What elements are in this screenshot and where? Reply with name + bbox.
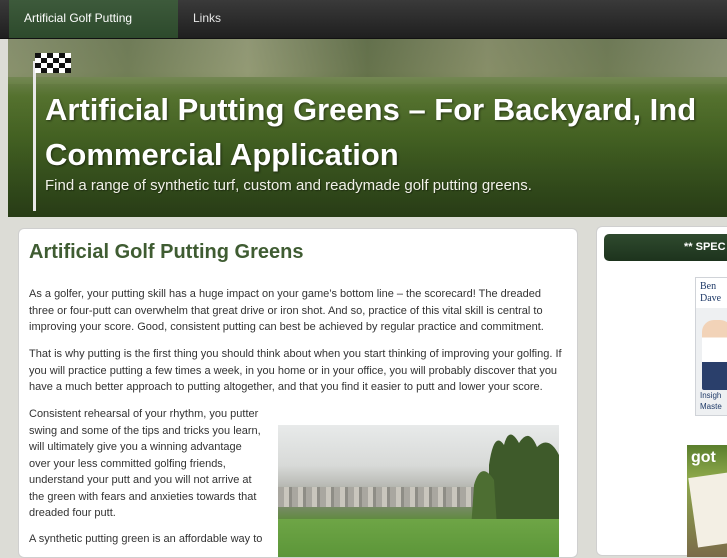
paragraph-4: A synthetic putting green is an affordab…	[29, 531, 265, 548]
paragraph-2: That is why putting is the first thing y…	[29, 346, 565, 396]
paragraph-1-line-1: As a golfer, your putting skill has a hu…	[29, 288, 541, 300]
book-cover-2-card	[688, 472, 727, 548]
book-cover-2-logo: got	[691, 449, 716, 466]
paragraph-3-line-3: will ultimately give you a winning advan…	[29, 441, 242, 453]
photo-houses	[278, 487, 478, 507]
paragraph-3-line-5: understand your putt and you will not ar…	[29, 474, 252, 486]
article-heading: Artificial Golf Putting Greens	[29, 241, 304, 263]
sidebar-special-heading: ** SPEC	[604, 234, 727, 261]
nav-item-links[interactable]: Links	[178, 0, 236, 38]
paragraph-3-line-2: swing and some of the tips and tricks yo…	[29, 424, 261, 437]
book-cover-1-line4: Maste	[700, 402, 722, 411]
paragraph-2-line-2: you will practice putting a few times a …	[29, 364, 558, 377]
site-title-line1: Artificial Putting Greens – For Backyard…	[45, 92, 697, 127]
sidebar: ** SPEC Ben Dave Insigh Maste got	[596, 226, 727, 557]
book-cover-1-line1: Ben	[700, 281, 717, 292]
header-banner: Artificial Putting Greens – For Backyard…	[8, 39, 727, 217]
paragraph-2-line-3: have a much better approach to putting a…	[29, 381, 543, 393]
book-cover-ad-2[interactable]: got	[687, 445, 727, 557]
book-cover-1-line3: Insigh	[700, 391, 722, 400]
paragraph-2-line-1: That is why putting is the first thing y…	[29, 348, 562, 360]
paragraph-4-line-1: A synthetic putting green is an affordab…	[29, 533, 263, 545]
nav-item-artificial-golf-putting-greens[interactable]: Artificial Golf Putting Greens	[9, 0, 178, 61]
paragraph-1: As a golfer, your putting skill has a hu…	[29, 286, 565, 336]
book-cover-1-golfer-image	[702, 320, 727, 390]
banner-treeline	[8, 39, 727, 77]
site-tagline: Find a range of synthetic turf, custom a…	[45, 177, 532, 194]
paragraph-3-line-6: the green with fears and anxieties towar…	[29, 490, 257, 503]
paragraph-3-line-7: dreaded four putt.	[29, 507, 116, 519]
golf-flag-icon	[35, 53, 71, 73]
site-title-line2: Commercial Application	[45, 137, 399, 172]
paragraph-1-line-2: three or four-putt can overwhelm that gr…	[29, 304, 543, 317]
photo-green	[278, 519, 559, 557]
flagpole	[33, 61, 36, 211]
paragraph-1-line-3: improving your score. Good, consistent p…	[29, 321, 544, 333]
book-cover-1-line2: Dave	[700, 293, 722, 304]
main-content: Artificial Golf Putting Greens As a golf…	[18, 228, 578, 558]
top-navigation: Artificial Golf Putting Greens Links	[0, 0, 727, 61]
paragraph-3: Consistent rehearsal of your rhythm, you…	[29, 406, 265, 522]
paragraph-3-line-1: Consistent rehearsal of your rhythm, you…	[29, 408, 259, 420]
book-cover-ad-1[interactable]: Ben Dave Insigh Maste	[695, 277, 727, 416]
putting-green-photo	[278, 425, 559, 557]
paragraph-3-line-4: over your less committed golfing friends…	[29, 457, 226, 470]
site-title: Artificial Putting Greens – For Backyard…	[45, 87, 727, 177]
